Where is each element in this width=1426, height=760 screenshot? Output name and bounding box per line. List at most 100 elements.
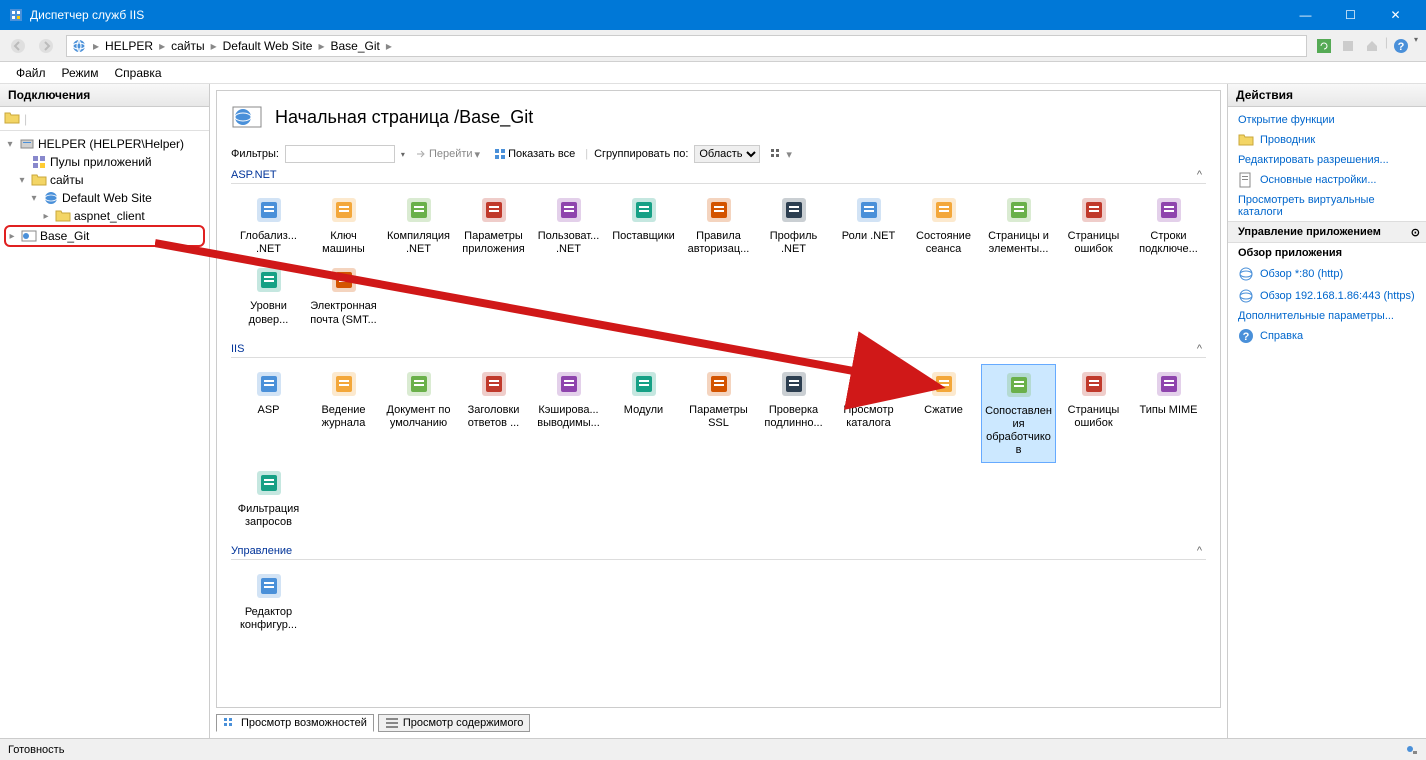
- center-panel: Начальная страница /Base_Git Фильтры: ▾ …: [210, 84, 1228, 738]
- feature-item[interactable]: Профиль .NET: [756, 190, 831, 260]
- tree-apppools[interactable]: Пулы приложений: [4, 153, 205, 171]
- feature-label: Проверка подлинно...: [758, 404, 829, 430]
- feature-item[interactable]: Электронная почта (SMT...: [306, 260, 381, 330]
- feature-item[interactable]: Роли .NET: [831, 190, 906, 260]
- action-additional-params[interactable]: Дополнительные параметры...: [1228, 307, 1426, 325]
- feature-item[interactable]: Типы MIME: [1131, 364, 1206, 463]
- action-help[interactable]: ? Справка: [1228, 325, 1426, 347]
- collapse-icon[interactable]: ^: [1197, 343, 1202, 355]
- action-view-vdirs[interactable]: Просмотреть виртуальные каталоги: [1228, 191, 1426, 221]
- collapse-icon[interactable]: ^: [1197, 545, 1202, 557]
- tree-default-site[interactable]: ▾ Default Web Site: [4, 189, 205, 207]
- feature-icon: [703, 368, 735, 400]
- feature-icon: [403, 194, 435, 226]
- feature-icon: [628, 194, 660, 226]
- feature-label: Глобализ... .NET: [233, 230, 304, 256]
- tree-base-git[interactable]: ▸ Base_Git: [4, 225, 205, 247]
- section-iis[interactable]: IIS ^: [231, 341, 1206, 358]
- menubar: Файл Режим Справка: [0, 62, 1426, 84]
- feature-item[interactable]: Страницы ошибок: [1056, 190, 1131, 260]
- action-basic-settings[interactable]: Основные настройки...: [1228, 169, 1426, 191]
- feature-icon: [1153, 194, 1185, 226]
- feature-item[interactable]: Пользоват... .NET: [531, 190, 606, 260]
- feature-icon: [1078, 194, 1110, 226]
- tree-sites[interactable]: ▾ сайты: [4, 171, 205, 189]
- feature-item[interactable]: Правила авторизац...: [681, 190, 756, 260]
- feature-item[interactable]: Модули: [606, 364, 681, 463]
- feature-item[interactable]: Ключ машины: [306, 190, 381, 260]
- feature-item[interactable]: Параметры приложения: [456, 190, 531, 260]
- feature-item[interactable]: Строки подключе...: [1131, 190, 1206, 260]
- view-button[interactable]: ▾: [766, 147, 796, 162]
- action-open-feature[interactable]: Открытие функции: [1228, 111, 1426, 129]
- action-explorer[interactable]: Проводник: [1228, 129, 1426, 151]
- action-edit-permissions[interactable]: Редактировать разрешения...: [1228, 151, 1426, 169]
- close-button[interactable]: ✕: [1373, 0, 1418, 30]
- section-management[interactable]: Управление ^: [231, 543, 1206, 560]
- filter-input[interactable]: [285, 145, 395, 163]
- home-button[interactable]: [1361, 35, 1383, 57]
- maximize-button[interactable]: ☐: [1328, 0, 1373, 30]
- feature-icon: [1153, 368, 1185, 400]
- breadcrumb-item[interactable]: сайты: [167, 39, 209, 53]
- feature-item[interactable]: Сопоставления обработчиков: [981, 364, 1056, 463]
- feature-item[interactable]: Поставщики: [606, 190, 681, 260]
- feature-label: Строки подключе...: [1133, 230, 1204, 256]
- collapse-icon[interactable]: ⊙: [1411, 226, 1420, 239]
- tab-features[interactable]: Просмотр возможностей: [216, 714, 374, 732]
- breadcrumb-item[interactable]: HELPER: [101, 39, 157, 53]
- feature-label: Редактор конфигур...: [233, 606, 304, 632]
- back-button[interactable]: [4, 34, 32, 58]
- feature-item[interactable]: Глобализ... .NET: [231, 190, 306, 260]
- feature-item[interactable]: Документ по умолчанию: [381, 364, 456, 463]
- feature-item[interactable]: Сжатие: [906, 364, 981, 463]
- stop-button[interactable]: [1337, 35, 1359, 57]
- collapse-icon[interactable]: ^: [1197, 169, 1202, 181]
- feature-item[interactable]: Состояние сеанса: [906, 190, 981, 260]
- feature-item[interactable]: Кэширова... выводимы...: [531, 364, 606, 463]
- feature-item[interactable]: ASP: [231, 364, 306, 463]
- feature-item[interactable]: Просмотр каталога: [831, 364, 906, 463]
- action-browse-https[interactable]: Обзор 192.168.1.86:443 (https): [1228, 285, 1426, 307]
- feature-item[interactable]: Параметры SSL: [681, 364, 756, 463]
- breadcrumb[interactable]: ▸ HELPER ▸ сайты ▸ Default Web Site ▸ Ba…: [66, 35, 1307, 57]
- showall-button[interactable]: Показать все: [490, 147, 579, 161]
- breadcrumb-item[interactable]: Base_Git: [326, 39, 383, 53]
- feature-item[interactable]: Страницы и элементы...: [981, 190, 1056, 260]
- tab-content[interactable]: Просмотр содержимого: [378, 714, 531, 732]
- feature-item[interactable]: Проверка подлинно...: [756, 364, 831, 463]
- feature-icon: [1078, 368, 1110, 400]
- feature-icon: [253, 467, 285, 499]
- section-browse-app: Обзор приложения: [1228, 243, 1426, 263]
- tree-root[interactable]: ▾ HELPER (HELPER\Helper): [4, 135, 205, 153]
- breadcrumb-item[interactable]: Default Web Site: [219, 39, 317, 53]
- menu-mode[interactable]: Режим: [54, 64, 107, 82]
- go-button[interactable]: Перейти ▾: [411, 147, 484, 162]
- feature-item[interactable]: Фильтрация запросов: [231, 463, 306, 533]
- feature-item[interactable]: Редактор конфигур...: [231, 566, 306, 636]
- menu-file[interactable]: Файл: [8, 64, 54, 82]
- section-aspnet[interactable]: ASP.NET ^: [231, 167, 1206, 184]
- refresh-button[interactable]: [1313, 35, 1335, 57]
- feature-icon: [553, 368, 585, 400]
- groupby-select[interactable]: Область: [694, 145, 760, 163]
- feature-item[interactable]: Страницы ошибок: [1056, 364, 1131, 463]
- minimize-button[interactable]: —: [1283, 0, 1328, 30]
- help-button[interactable]: ?: [1390, 35, 1412, 57]
- filter-bar: Фильтры: ▾ Перейти ▾ Показать все | Сгру…: [231, 145, 1206, 163]
- folder-icon[interactable]: [4, 110, 20, 127]
- menu-help[interactable]: Справка: [107, 64, 170, 82]
- status-grip-icon: [1404, 741, 1418, 758]
- feature-icon: [478, 194, 510, 226]
- feature-label: Сжатие: [924, 404, 963, 417]
- tree-aspnet-client[interactable]: ▸ aspnet_client: [4, 207, 205, 225]
- feature-item[interactable]: Заголовки ответов ...: [456, 364, 531, 463]
- feature-item[interactable]: Компиляция .NET: [381, 190, 456, 260]
- feature-item[interactable]: Ведение журнала: [306, 364, 381, 463]
- feature-label: Заголовки ответов ...: [458, 404, 529, 430]
- feature-icon: [1003, 369, 1035, 401]
- status-text: Готовность: [8, 744, 64, 756]
- action-browse-http[interactable]: Обзор *:80 (http): [1228, 263, 1426, 285]
- forward-button[interactable]: [32, 34, 60, 58]
- feature-item[interactable]: Уровни довер...: [231, 260, 306, 330]
